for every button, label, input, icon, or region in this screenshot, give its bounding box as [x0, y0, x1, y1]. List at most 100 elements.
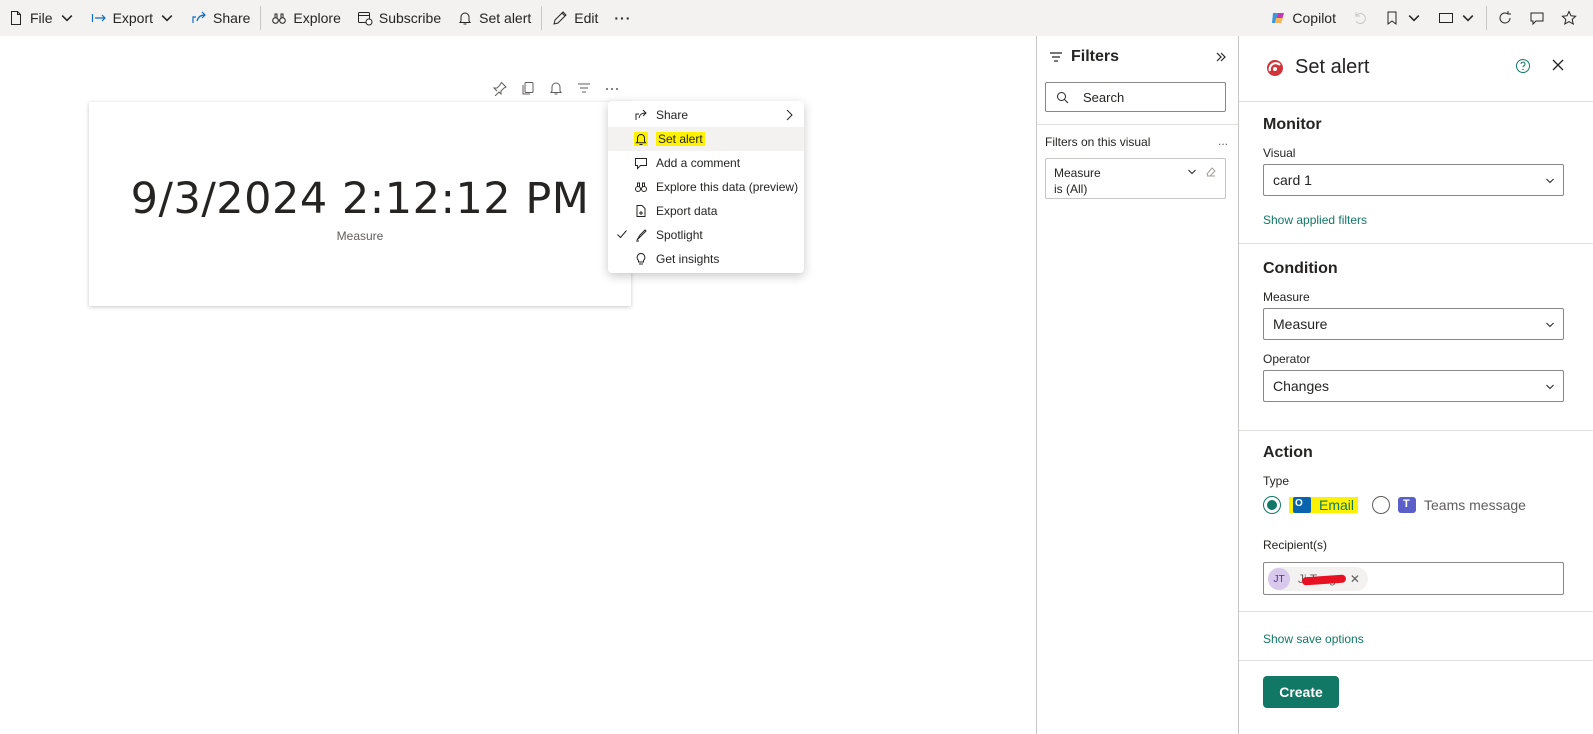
- menu-item-set-alert[interactable]: Set alert: [608, 127, 804, 151]
- subscribe-button[interactable]: Subscribe: [349, 0, 449, 36]
- explore-label: Explore: [293, 10, 341, 26]
- more-icon: ···: [614, 10, 632, 26]
- copy-visual-icon[interactable]: [520, 80, 536, 96]
- teams-option[interactable]: Teams message: [1398, 497, 1526, 513]
- more-options-button[interactable]: ···: [606, 0, 639, 36]
- more-options-icon[interactable]: ...: [1218, 134, 1228, 148]
- menu-item-label: Add a comment: [656, 156, 741, 170]
- export-menu-button[interactable]: Export: [83, 0, 183, 36]
- email-label: Email: [1319, 497, 1355, 513]
- visual-label: Visual: [1263, 146, 1296, 160]
- remove-recipient-icon[interactable]: ✕: [1350, 572, 1360, 586]
- filter-icon[interactable]: [576, 80, 592, 96]
- search-icon: [1057, 91, 1069, 103]
- copilot-icon: [1272, 13, 1285, 23]
- filter-icon: [1050, 52, 1062, 62]
- measure-dropdown[interactable]: Measure: [1263, 308, 1564, 340]
- comment-icon: [1530, 12, 1544, 26]
- file-menu-button[interactable]: File: [0, 0, 83, 36]
- menu-item-spotlight[interactable]: Spotlight: [608, 223, 804, 247]
- filters-title: Filters: [1049, 48, 1119, 66]
- share-label: Share: [213, 10, 251, 26]
- close-icon[interactable]: [1551, 58, 1565, 72]
- chevron-down-icon: [61, 15, 72, 22]
- lightbulb-icon: [636, 252, 646, 265]
- show-applied-filters-link[interactable]: Show applied filters: [1263, 213, 1367, 227]
- divider: [1239, 611, 1593, 612]
- recipient-chip[interactable]: JT Ji Tang ✕: [1268, 567, 1368, 591]
- set-alert-button[interactable]: Set alert: [449, 0, 539, 36]
- more-options-icon[interactable]: [604, 80, 620, 96]
- set-alert-header: Set alert: [1265, 56, 1369, 79]
- chevron-down-icon: [1546, 178, 1554, 184]
- pin-icon[interactable]: [492, 80, 508, 97]
- comments-button[interactable]: [1521, 0, 1553, 36]
- explore-button[interactable]: Explore: [263, 0, 348, 36]
- copilot-button[interactable]: Copilot: [1262, 0, 1344, 36]
- chevron-down-icon: [1546, 384, 1554, 390]
- view-button[interactable]: [1430, 0, 1484, 36]
- menu-item-add-comment[interactable]: Add a comment: [608, 151, 804, 175]
- favorite-button[interactable]: [1553, 0, 1585, 36]
- visual-dropdown-value: card 1: [1273, 172, 1312, 188]
- filters-title-text: Filters: [1071, 48, 1120, 65]
- star-icon: [1561, 10, 1577, 25]
- menu-item-label: Explore this data (preview): [656, 180, 799, 194]
- chevron-down-icon: [1546, 322, 1554, 328]
- help-icon[interactable]: [1515, 58, 1531, 74]
- menu-item-label: Export data: [656, 204, 718, 218]
- edit-button[interactable]: Edit: [544, 0, 606, 36]
- set-alert-title: Set alert: [1295, 56, 1370, 78]
- bookmark-button[interactable]: [1376, 0, 1430, 36]
- chevron-right-icon: [786, 109, 793, 121]
- show-save-options-link[interactable]: Show save options: [1263, 632, 1364, 646]
- menu-item-export-data[interactable]: Export data: [608, 199, 804, 223]
- action-type-radio-group: Email Teams message: [1263, 496, 1526, 514]
- subscribe-icon: [357, 12, 373, 26]
- top-toolbar: File Export Share Explore Subscribe Set …: [0, 0, 1593, 36]
- subscribe-label: Subscribe: [378, 10, 442, 26]
- recipients-input[interactable]: JT Ji Tang ✕: [1263, 562, 1564, 595]
- monitor-heading: Monitor: [1263, 116, 1322, 133]
- chevron-down-icon: [1408, 15, 1420, 22]
- filters-search-input[interactable]: Search: [1045, 82, 1226, 112]
- filter-card-state: is (All): [1054, 182, 1088, 196]
- operator-dropdown[interactable]: Changes: [1263, 370, 1564, 402]
- menu-item-explore-data[interactable]: Explore this data (preview): [608, 175, 804, 199]
- create-button[interactable]: Create: [1263, 676, 1339, 708]
- set-alert-pane: Set alert Monitor Visual card 1 Show app…: [1238, 36, 1593, 734]
- card-value: 9/3/2024 2:12:12 PM: [130, 174, 590, 224]
- teams-radio[interactable]: [1372, 496, 1391, 514]
- measure-label: Measure: [1263, 290, 1310, 304]
- undo-button[interactable]: [1344, 0, 1376, 36]
- binoculars-icon: [272, 13, 287, 24]
- checkmark-icon: [617, 230, 627, 239]
- share-button[interactable]: Share: [183, 0, 258, 36]
- share-icon: [635, 109, 647, 120]
- type-label: Type: [1263, 474, 1290, 488]
- teams-icon: [1398, 497, 1417, 513]
- toolbar-divider: [260, 6, 262, 30]
- chevron-down-icon: [1462, 15, 1474, 22]
- card-visual[interactable]: 9/3/2024 2:12:12 PM Measure: [89, 102, 631, 306]
- undo-icon: [1355, 12, 1366, 24]
- email-option[interactable]: Email: [1289, 497, 1359, 513]
- filter-card[interactable]: Measure is (All): [1045, 158, 1226, 199]
- chevron-down-icon: [161, 15, 173, 22]
- visual-header: [492, 80, 620, 97]
- eraser-icon[interactable]: [1205, 165, 1217, 177]
- menu-item-label: Set alert: [656, 132, 705, 146]
- comment-icon: [635, 158, 647, 170]
- menu-item-share[interactable]: Share: [608, 103, 804, 127]
- visual-dropdown[interactable]: card 1: [1263, 164, 1564, 196]
- email-radio[interactable]: [1263, 496, 1281, 514]
- menu-item-get-insights[interactable]: Get insights: [608, 247, 804, 271]
- refresh-button[interactable]: [1489, 0, 1521, 36]
- chevron-down-icon[interactable]: [1187, 167, 1197, 177]
- bell-icon: [459, 12, 472, 25]
- divider: [1239, 243, 1593, 244]
- bell-icon[interactable]: [548, 80, 564, 96]
- collapse-pane-icon[interactable]: [1214, 50, 1228, 64]
- toolbar-divider: [541, 6, 543, 30]
- menu-item-label: Share: [656, 108, 689, 122]
